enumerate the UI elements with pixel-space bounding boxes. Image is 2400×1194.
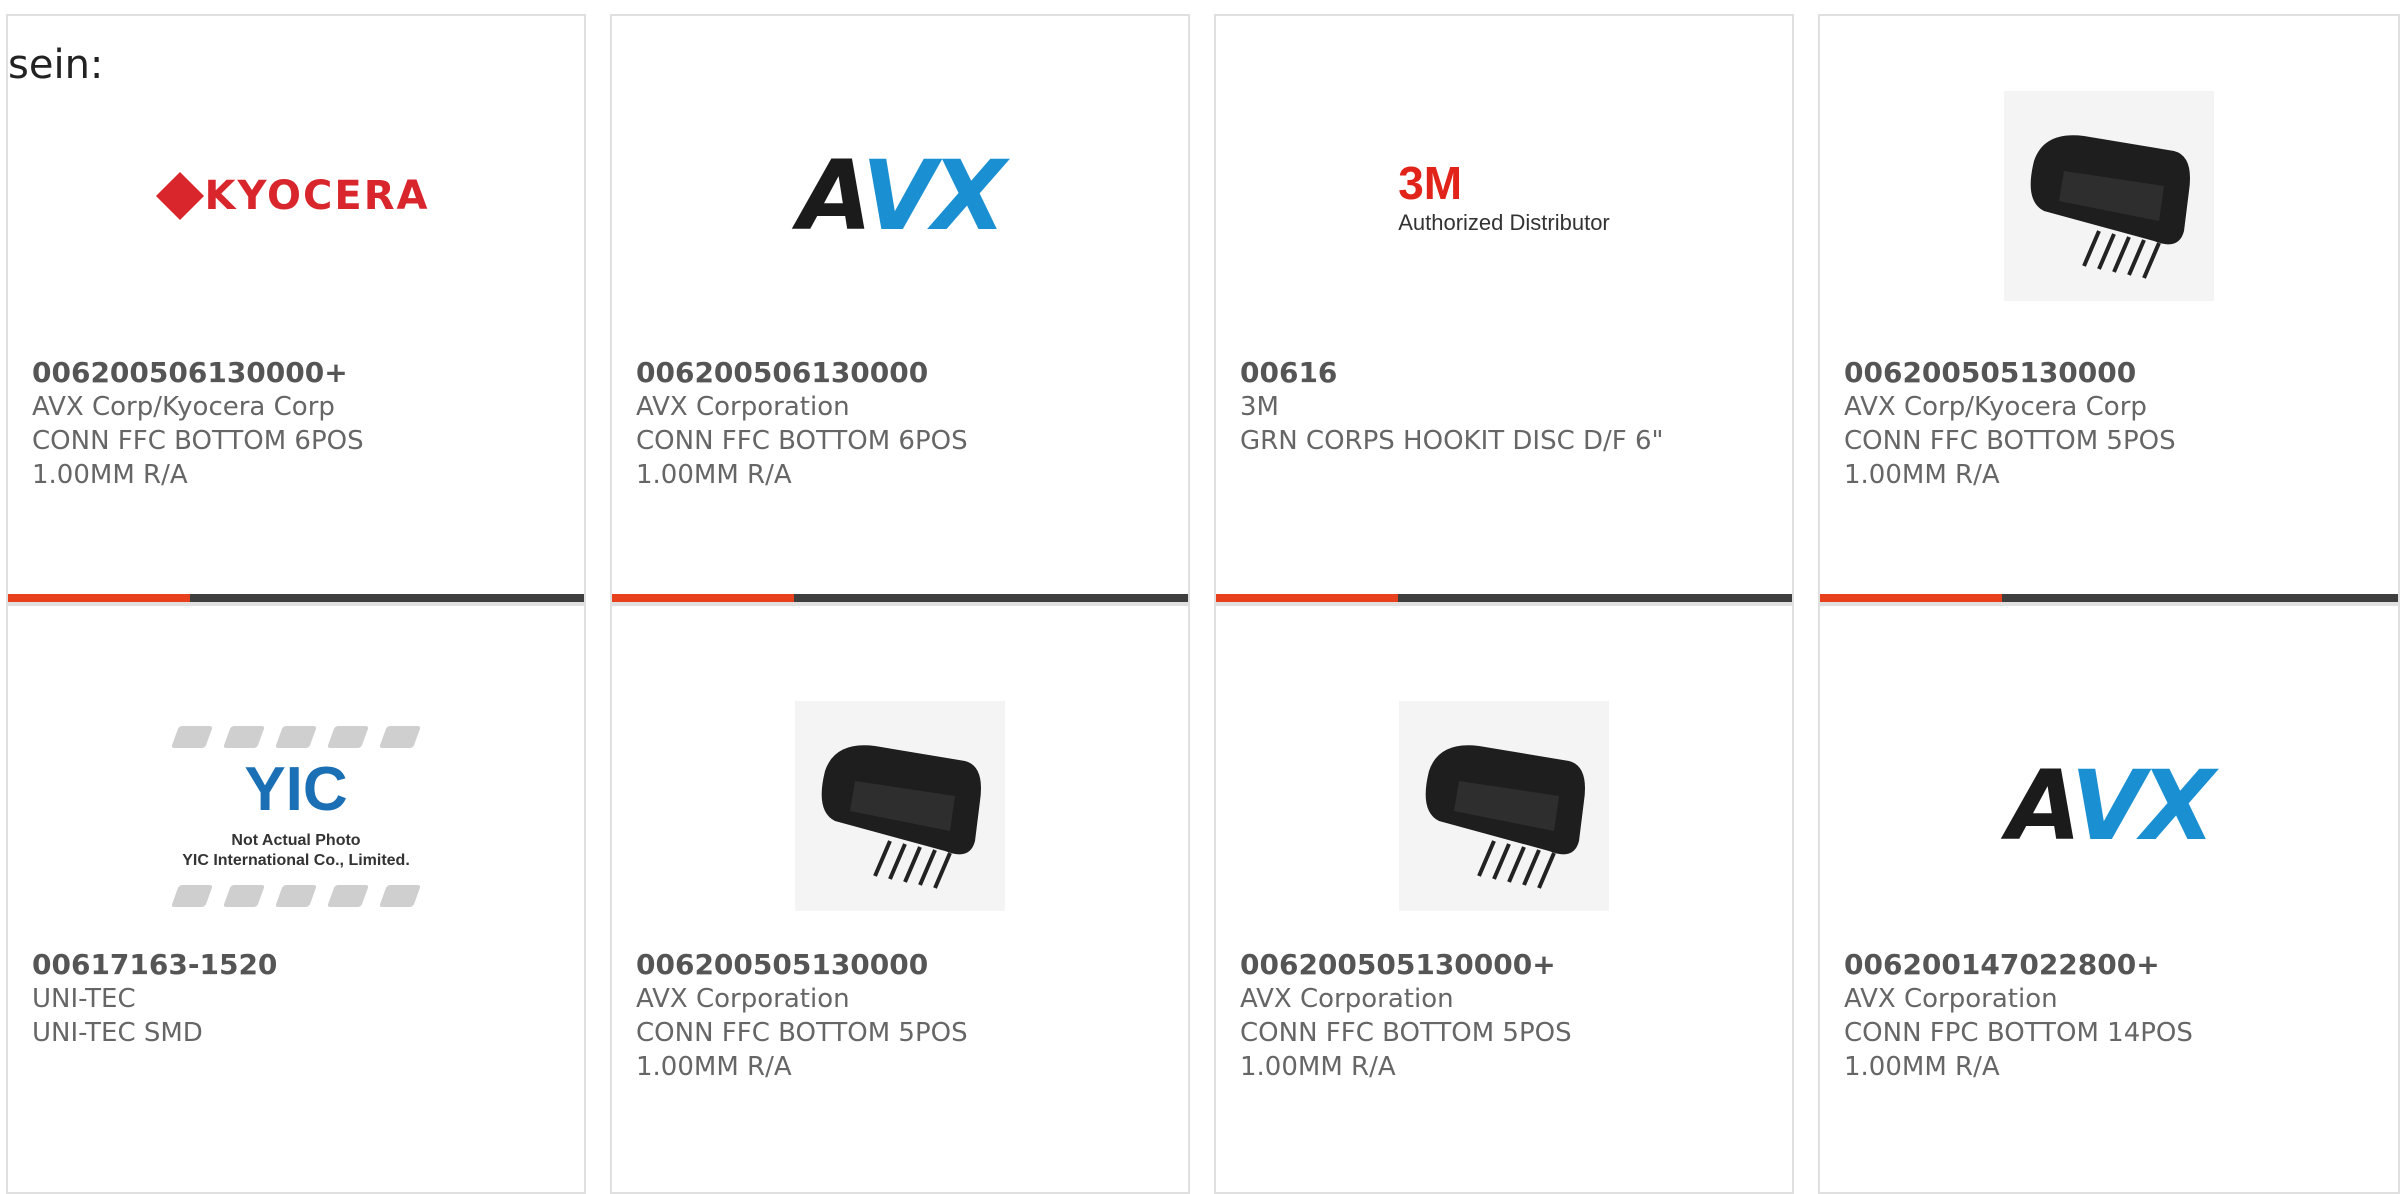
product-image-avx-logo[interactable]: AVX [1820,686,2398,926]
product-info: 006200147022800+ AVX Corporation CONN FP… [1844,948,2378,1084]
product-info: 006200505130000 AVX Corporation CONN FFC… [636,948,1168,1084]
yic-placeholder: YIC Not Actual Photo YIC International C… [170,725,422,907]
card-bottom-bar [8,594,584,602]
product-image-connector[interactable] [1216,686,1792,926]
card-accent-bar [1820,594,2002,602]
product-card[interactable]: AVX 006200506130000 AVX Corporation CONN… [610,14,1190,604]
part-number[interactable]: 006200505130000 [636,948,1168,982]
product-card[interactable]: 006200505130000+ AVX Corporation CONN FF… [1214,604,1794,1194]
product-image-connector[interactable] [1820,76,2398,316]
card-accent-bar [8,594,190,602]
card-accent-bar [1216,594,1398,602]
description-line1: CONN FFC BOTTOM 5POS [1844,426,2176,456]
product-info: 00617163-1520 UNI-TEC UNI-TEC SMD [32,948,564,1050]
part-number[interactable]: 006200506130000+ [32,356,564,390]
product-card[interactable]: 006200505130000 AVX Corp/Kyocera Corp CO… [1818,14,2400,604]
card-bottom-bar [1820,594,2398,602]
avx-logo: AVX [2006,750,2215,862]
kyocera-logo: KYOCERA [155,171,430,221]
manufacturer: AVX Corporation [1844,984,2058,1014]
part-number[interactable]: 006200506130000 [636,356,1168,390]
description-line2: 1.00MM R/A [1240,1052,1396,1082]
kyocera-logo-text: KYOCERA [204,173,430,219]
product-card[interactable]: 3M Authorized Distributor 00616 3M GRN C… [1214,14,1794,604]
stray-text: sein: [8,42,104,88]
description-line1: GRN CORPS HOOKIT DISC D/F 6" [1240,426,1664,456]
description-line1: CONN FFC BOTTOM 6POS [636,426,968,456]
description-line1: CONN FFC BOTTOM 5POS [1240,1018,1572,1048]
product-card[interactable]: AVX 006200147022800+ AVX Corporation CON… [1818,604,2400,1194]
part-number[interactable]: 00616 [1240,356,1772,390]
description-line1: CONN FFC BOTTOM 6POS [32,426,364,456]
avx-logo-a: A [797,140,866,252]
product-info: 006200506130000+ AVX Corp/Kyocera Corp C… [32,356,564,492]
yic-logo: YIC [244,754,348,824]
part-number[interactable]: 006200505130000+ [1240,948,1772,982]
avx-logo-vx: VX [861,140,1006,252]
product-info: 00616 3M GRN CORPS HOOKIT DISC D/F 6" [1240,356,1772,458]
manufacturer: AVX Corp/Kyocera Corp [32,392,335,422]
product-info: 006200505130000 AVX Corp/Kyocera Corp CO… [1844,356,2378,492]
3m-logo: 3M Authorized Distributor [1398,156,1610,236]
card-bottom-bar [1216,594,1792,602]
yic-caption-1: Not Actual Photo [231,831,361,849]
3m-logo-text: 3M [1398,157,1463,209]
product-image-3m-logo[interactable]: 3M Authorized Distributor [1216,76,1792,316]
product-card[interactable]: YIC Not Actual Photo YIC International C… [6,604,586,1194]
description-line2: 1.00MM R/A [1844,1052,2000,1082]
part-number[interactable]: 00617163-1520 [32,948,564,982]
description-line2: 1.00MM R/A [636,460,792,490]
chip-images [170,725,422,748]
manufacturer: AVX Corp/Kyocera Corp [1844,392,2147,422]
yic-caption-2: YIC International Co., Limited. [182,851,410,869]
product-image-kyocera-logo[interactable]: KYOCERA [8,76,584,316]
description-line1: CONN FPC BOTTOM 14POS [1844,1018,2193,1048]
chip-images [170,884,422,907]
connector-photo-icon [2004,91,2214,301]
card-accent-bar [612,594,794,602]
product-card[interactable]: 006200505130000 AVX Corporation CONN FFC… [610,604,1190,1194]
description-line1: CONN FFC BOTTOM 5POS [636,1018,968,1048]
description-line2: 1.00MM R/A [32,460,188,490]
manufacturer: UNI-TEC [32,984,136,1014]
product-image-avx-logo[interactable]: AVX [612,76,1188,316]
3m-authorized-text: Authorized Distributor [1398,210,1610,235]
product-card[interactable]: KYOCERA 006200506130000+ AVX Corp/Kyocer… [6,14,586,604]
connector-photo-icon [795,701,1005,911]
card-bottom-bar [612,594,1188,602]
kyocera-mark-icon [155,171,204,221]
product-info: 006200506130000 AVX Corporation CONN FFC… [636,356,1168,492]
manufacturer: AVX Corporation [1240,984,1454,1014]
manufacturer: 3M [1240,392,1279,422]
description-line1: UNI-TEC SMD [32,1018,203,1048]
product-info: 006200505130000+ AVX Corporation CONN FF… [1240,948,1772,1084]
part-number[interactable]: 006200505130000 [1844,356,2378,390]
description-line2: 1.00MM R/A [636,1052,792,1082]
manufacturer: AVX Corporation [636,392,850,422]
avx-logo-vx: VX [2070,750,2215,862]
part-number[interactable]: 006200147022800+ [1844,948,2378,982]
product-image-connector[interactable] [612,686,1188,926]
description-line2: 1.00MM R/A [1844,460,2000,490]
avx-logo-a: A [2006,750,2075,862]
avx-logo: AVX [797,140,1006,252]
manufacturer: AVX Corporation [636,984,850,1014]
connector-photo-icon [1399,701,1609,911]
product-image-yic-placeholder[interactable]: YIC Not Actual Photo YIC International C… [8,686,584,946]
